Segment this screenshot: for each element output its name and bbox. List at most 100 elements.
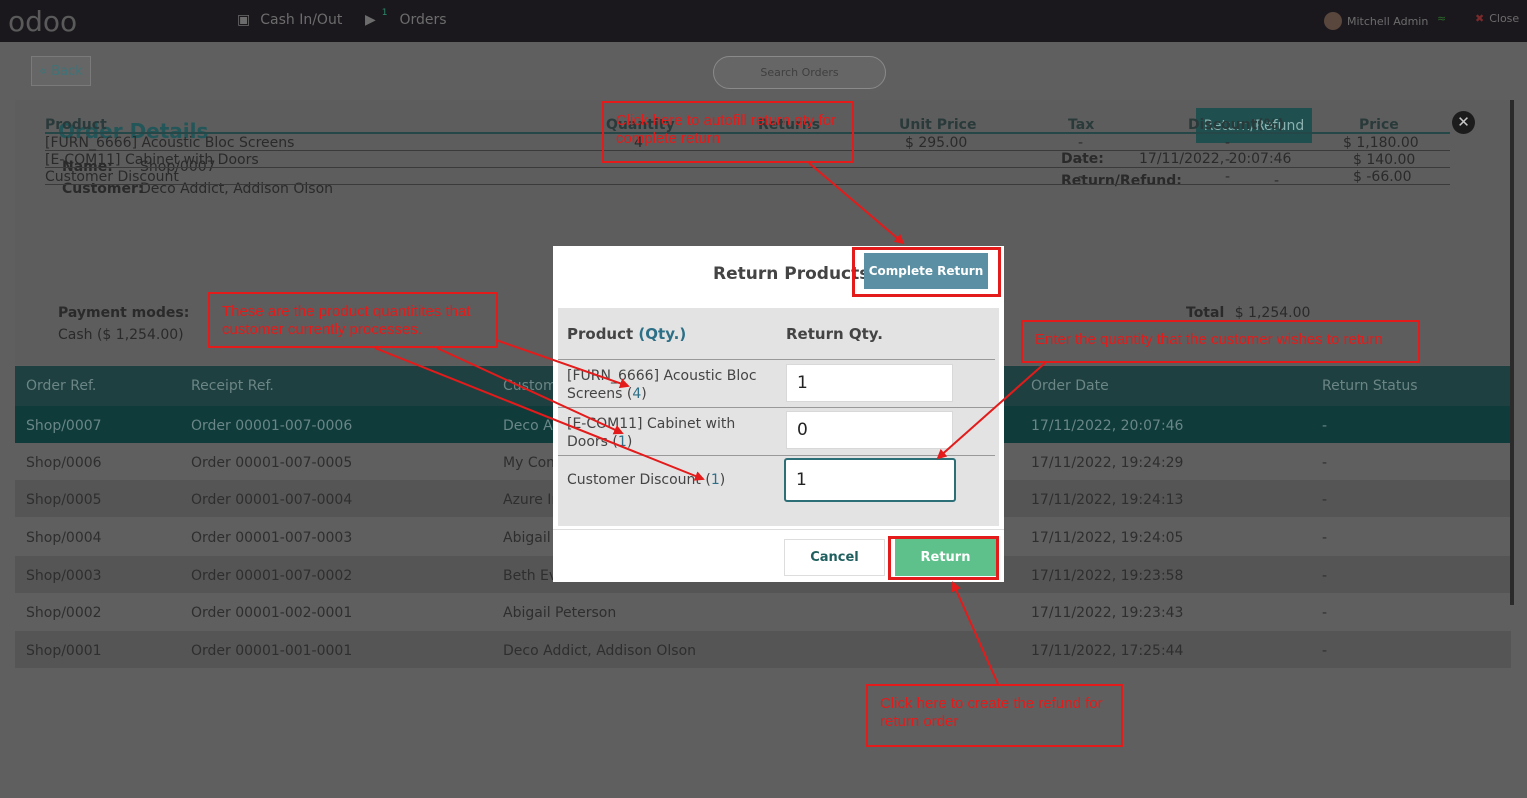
orders-label: Orders — [399, 12, 447, 28]
search-input[interactable]: Search Orders — [713, 56, 886, 89]
col-product-label: Product — [567, 325, 634, 343]
receipt-ref-cell: Order 00001-007-0002 — [191, 568, 353, 584]
order-date-cell: 17/11/2022, 19:24:29 — [1031, 455, 1184, 471]
orders-button[interactable]: ▶ 1 Orders — [365, 8, 447, 28]
top-bar: odoo ▣ Cash In/Out ▶ 1 Orders Mitchell A… — [0, 0, 1527, 42]
return-button-highlight — [888, 536, 999, 580]
receipt-ref-cell: Order 00001-007-0003 — [191, 530, 353, 546]
orders-badge: 1 — [381, 8, 388, 18]
return-qty-input[interactable] — [786, 364, 953, 402]
product-name: [FURN_6666] Acoustic Bloc Screens — [567, 368, 757, 402]
order-date-cell: 17/11/2022, 19:23:58 — [1031, 568, 1184, 584]
total-row: Total $ 1,254.00 — [1186, 305, 1310, 321]
return-lines-table: Product (Qty.) Return Qty. [FURN_6666] A… — [558, 308, 999, 526]
customer-cell: My Com — [503, 455, 560, 471]
order-ref-cell: Shop/0003 — [26, 568, 102, 584]
col-tax: Tax — [1068, 117, 1095, 133]
customer-cell: Beth Ev — [503, 568, 558, 584]
receipt-ref-cell: Order 00001-007-0005 — [191, 455, 353, 471]
product-cell: [FURN_6666] Acoustic Bloc Screens — [45, 135, 295, 151]
divider — [558, 407, 995, 408]
return-qty-input[interactable] — [786, 411, 953, 449]
table-row: Customer Discount - - $ -66.00 — [45, 168, 1450, 185]
user-name: Mitchell Admin — [1347, 14, 1429, 28]
table-row[interactable]: Shop/0002 Order 00001-002-0001 Abigail P… — [15, 593, 1511, 630]
col-product: Product — [45, 117, 107, 133]
tax-cell: - — [1078, 152, 1084, 168]
payment-value: Cash ($ 1,254.00) — [58, 327, 184, 343]
return-line-label: [E-COM11] Cabinet with Doors (1) — [567, 416, 736, 450]
quantities-callout: These are the product quantitites that c… — [208, 292, 498, 348]
order-date-cell: 17/11/2022, 20:07:46 — [1031, 418, 1184, 434]
close-icon: ✖ — [1475, 12, 1485, 25]
customer-cell: Deco Addict, Addison Olson — [503, 643, 697, 659]
order-ref-cell: Shop/0002 — [26, 605, 102, 621]
return-status-cell: - — [1322, 455, 1328, 471]
col-unit-price: Unit Price — [899, 117, 977, 133]
enter-qty-callout: Enter the quantity that the customer wis… — [1021, 320, 1420, 363]
cash-in-out-button[interactable]: ▣ Cash In/Out — [237, 12, 342, 28]
order-ref-cell: Shop/0005 — [26, 492, 102, 508]
order-date-cell: 17/11/2022, 17:25:44 — [1031, 643, 1184, 659]
return-qty-input[interactable] — [784, 458, 956, 502]
total-value: $ 1,254.00 — [1234, 305, 1311, 321]
col-qty-label: Qty. — [645, 325, 680, 343]
wifi-icon: ≈ — [1437, 12, 1447, 25]
price-cell: $ 1,180.00 — [1343, 135, 1419, 151]
col-discount: Discount(%) — [1188, 117, 1285, 133]
order-date-cell: 17/11/2022, 19:24:05 — [1031, 530, 1184, 546]
scrollbar[interactable] — [1510, 100, 1514, 605]
return-status-cell: - — [1322, 605, 1328, 621]
cancel-button[interactable]: Cancel — [784, 539, 885, 576]
ticket-icon: ▶ — [365, 12, 376, 28]
col-product-qty: Product (Qty.) — [567, 325, 686, 343]
cash-in-out-label: Cash In/Out — [260, 12, 343, 28]
customer-cell: Abigail Peterson — [503, 605, 617, 621]
divider — [558, 359, 995, 360]
price-cell: $ -66.00 — [1353, 169, 1412, 185]
ordered-qty: 4 — [632, 386, 642, 402]
col-order-ref: Order Ref. — [26, 378, 97, 394]
discount-cell: - — [1225, 169, 1231, 185]
odoo-logo: odoo — [8, 5, 78, 38]
dialog-footer-divider — [553, 529, 1004, 530]
order-ref-cell: Shop/0004 — [26, 530, 102, 546]
product-cell: [E-COM11] Cabinet with Doors — [45, 152, 259, 168]
customer-cell: Deco A — [503, 418, 553, 434]
product-name: Customer Discount — [567, 472, 701, 488]
close-label: Close — [1489, 12, 1520, 25]
tax-cell: - — [1078, 169, 1084, 185]
customer-cell: Azure In — [503, 492, 561, 508]
autofill-callout: Click here to autofill return qty for co… — [602, 101, 854, 163]
product-name: [E-COM11] Cabinet with Doors — [567, 416, 736, 450]
return-line-label: Customer Discount (1) — [567, 472, 726, 488]
return-status-cell: - — [1322, 643, 1328, 659]
unit-price-cell: $ 295.00 — [905, 135, 968, 151]
dialog-title: Return Products — [713, 264, 870, 284]
return-status-cell: - — [1322, 492, 1328, 508]
receipt-ref-cell: Order 00001-007-0004 — [191, 492, 353, 508]
user-menu[interactable]: Mitchell Admin — [1324, 12, 1428, 30]
complete-return-highlight — [852, 247, 1001, 297]
price-cell: $ 140.00 — [1353, 152, 1416, 168]
return-status-cell: - — [1322, 568, 1328, 584]
order-date-cell: 17/11/2022, 19:23:43 — [1031, 605, 1184, 621]
return-line-label: [FURN_6666] Acoustic Bloc Screens (4) — [567, 368, 757, 402]
close-icon[interactable]: ✕ — [1452, 111, 1475, 134]
discount-cell: - — [1225, 135, 1231, 151]
order-ref-cell: Shop/0006 — [26, 455, 102, 471]
col-price: Price — [1359, 117, 1399, 133]
back-button[interactable]: « Back — [31, 56, 91, 86]
return-status-cell: - — [1322, 418, 1328, 434]
payment-label: Payment modes: — [58, 305, 190, 321]
receipt-ref-cell: Order 00001-007-0006 — [191, 418, 353, 434]
table-row[interactable]: Shop/0001 Order 00001-001-0001 Deco Addi… — [15, 631, 1511, 668]
col-receipt-ref: Receipt Ref. — [191, 378, 274, 394]
close-session-button[interactable]: ✖ Close — [1475, 12, 1519, 25]
col-qty-paren: (Qty.) — [638, 325, 687, 343]
order-ref-cell: Shop/0007 — [26, 418, 102, 434]
cash-icon: ▣ — [237, 12, 251, 28]
refund-callout: Click here to create the refund for retu… — [866, 684, 1123, 747]
order-date-cell: 17/11/2022, 19:24:13 — [1031, 492, 1184, 508]
receipt-ref-cell: Order 00001-001-0001 — [191, 643, 353, 659]
